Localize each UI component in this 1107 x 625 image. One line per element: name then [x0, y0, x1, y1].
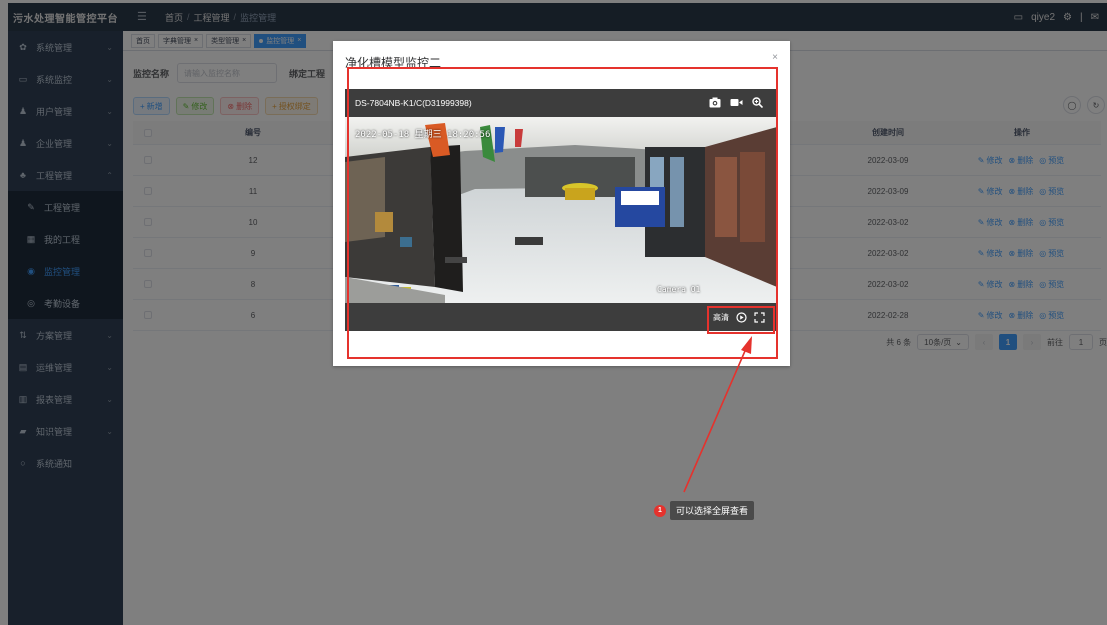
- annotation-arrow-line: [683, 343, 749, 493]
- annotation-arrow: [683, 336, 752, 493]
- annotation-arrow-head: [741, 336, 752, 354]
- annotation-callout: 1 可以选择全屏查看: [654, 501, 755, 520]
- app-root: 污水处理智能管控平台 ✿ 系统管理 ⌄ ▭ 系统监控 ⌄ ♟ 用户管理 ⌄ ♟ …: [0, 0, 1107, 625]
- annotation-text: 可以选择全屏查看: [670, 501, 755, 520]
- annotation-step-badge: 1: [654, 504, 666, 517]
